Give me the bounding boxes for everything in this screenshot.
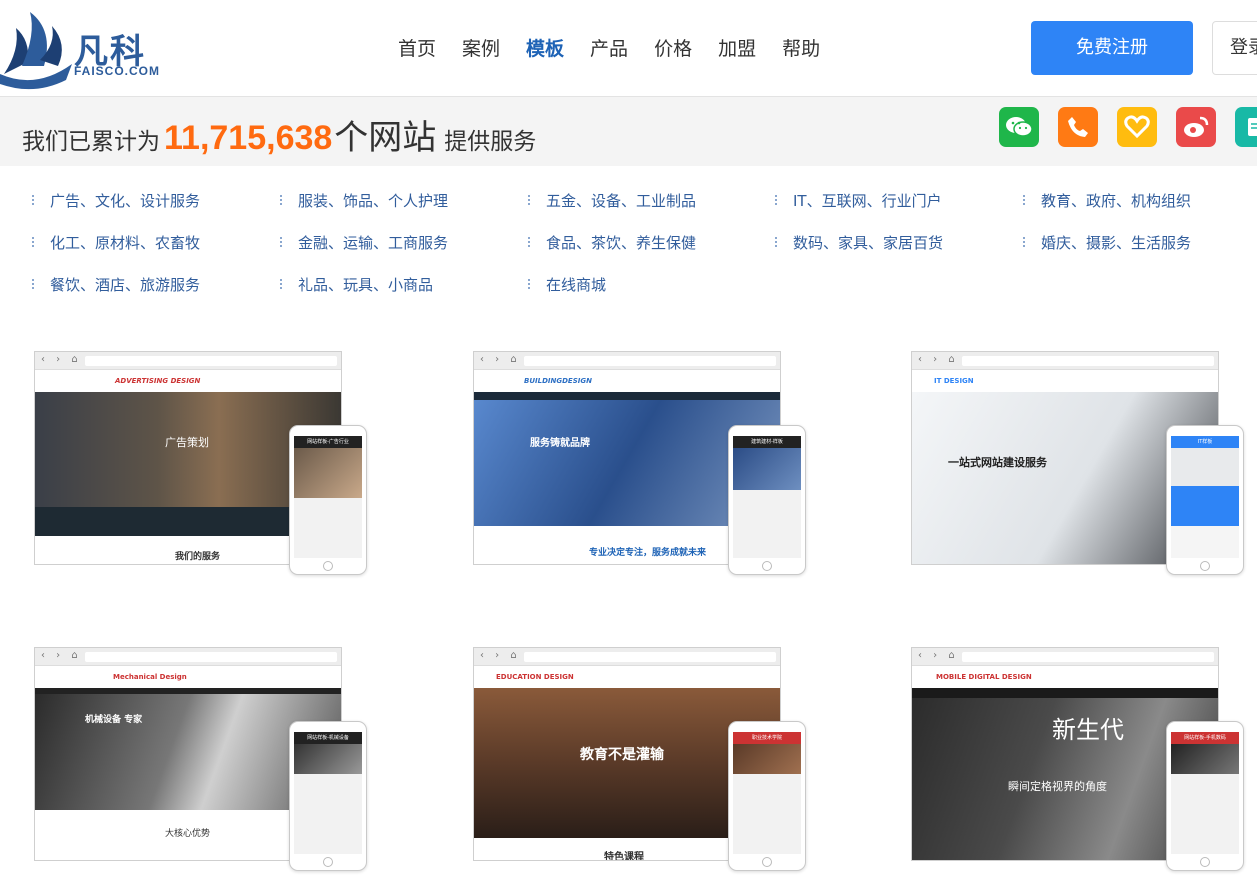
site-count-number: 11,715,638 bbox=[164, 119, 333, 157]
template-card-it[interactable]: ‹ › ⌂ IT DESIGN 一站式网站建设服务 IT样板 bbox=[911, 351, 1244, 575]
template-hero-title: 教育不是灌输 bbox=[580, 747, 664, 763]
category-link[interactable]: 婚庆、摄影、生活服务 bbox=[1021, 232, 1191, 253]
template-card-building[interactable]: ‹ › ⌂ BUILDINGDESIGN 服务铸就品牌 专业决定专注，服务成就未… bbox=[473, 351, 806, 575]
stats-prefix: 我们已累计为 bbox=[22, 129, 160, 155]
template-hero-title: 广告策划 bbox=[165, 436, 209, 449]
template-brand: ADVERTISING DESIGN bbox=[35, 370, 341, 392]
category-link[interactable]: 教育、政府、机构组织 bbox=[1021, 190, 1191, 211]
category-link[interactable]: 五金、设备、工业制品 bbox=[526, 190, 696, 211]
nav-help[interactable]: 帮助 bbox=[782, 34, 820, 61]
category-link[interactable]: 广告、文化、设计服务 bbox=[30, 190, 200, 211]
category-label: 教育、政府、机构组织 bbox=[1041, 192, 1192, 210]
stats-suffix: 提供服务 bbox=[444, 129, 537, 155]
site-count-statement: 我们已累计为 11,715,638个网站 提供服务 bbox=[22, 110, 536, 159]
category-link[interactable]: 礼品、玩具、小商品 bbox=[278, 274, 433, 295]
category-link[interactable]: IT、互联网、行业门户 bbox=[773, 190, 942, 211]
wechat-icon[interactable] bbox=[999, 107, 1039, 147]
category-label: 化工、原材料、农畜牧 bbox=[50, 234, 201, 252]
phone-title: 网站样板-机械设备 bbox=[294, 732, 362, 744]
free-register-button[interactable]: 免费注册 bbox=[1031, 21, 1193, 75]
template-card-advertising[interactable]: ‹ › ⌂ ADVERTISING DESIGN 广告策划 我们的服务 网站样板… bbox=[34, 351, 367, 575]
template-brand: Mechanical Design bbox=[35, 666, 341, 688]
template-hero-title: 服务铸就品牌 bbox=[530, 438, 590, 449]
main-nav: 首页 案例 模板 产品 价格 加盟 帮助 bbox=[398, 34, 846, 61]
template-hero-title: 机械设备 专家 bbox=[85, 715, 143, 725]
nav-franchise[interactable]: 加盟 bbox=[718, 34, 756, 61]
template-mobile-preview: 网站样板-手机数码 bbox=[1166, 721, 1244, 871]
category-label: 礼品、玩具、小商品 bbox=[298, 276, 434, 294]
phone-title: 网站样板-广告行业 bbox=[294, 436, 362, 448]
template-mobile-preview: IT样板 bbox=[1166, 425, 1244, 575]
weibo-icon[interactable] bbox=[1176, 107, 1216, 147]
template-footer-label: 专业决定专注，服务成就未来 bbox=[589, 548, 707, 558]
template-mobile-preview: 网站样板-机械设备 bbox=[289, 721, 367, 871]
phone-title: 网站样板-手机数码 bbox=[1171, 732, 1239, 744]
favorite-heart-icon[interactable] bbox=[1117, 107, 1157, 147]
template-brand: EDUCATION DESIGN bbox=[474, 666, 780, 688]
template-footer-label: 瞬间定格视界的角度 bbox=[1008, 780, 1107, 793]
phone-title: 职业技术学院 bbox=[733, 732, 801, 744]
template-brand: BUILDINGDESIGN bbox=[474, 370, 780, 392]
template-mobile-preview: 职业技术学院 bbox=[728, 721, 806, 871]
top-header: 凡科 FAISCO.COM 首页 案例 模板 产品 价格 加盟 帮助 免费注册 … bbox=[0, 0, 1257, 97]
category-label: 广告、文化、设计服务 bbox=[50, 192, 201, 210]
template-footer-label: 我们的服务 bbox=[175, 552, 221, 562]
category-link[interactable]: 在线商城 bbox=[526, 274, 606, 295]
category-link[interactable]: 数码、家具、家居百货 bbox=[773, 232, 943, 253]
category-link[interactable]: 金融、运输、工商服务 bbox=[278, 232, 448, 253]
category-label: 五金、设备、工业制品 bbox=[546, 192, 697, 210]
template-card-education[interactable]: ‹ › ⌂ EDUCATION DESIGN 教育不是灌输 特色课程 职业技术学… bbox=[473, 647, 806, 871]
template-brand: IT DESIGN bbox=[912, 370, 1218, 392]
phone-icon[interactable] bbox=[1058, 107, 1098, 147]
template-footer-label: 大核心优势 bbox=[165, 829, 211, 839]
nav-cases[interactable]: 案例 bbox=[462, 34, 500, 61]
template-card-mechanical[interactable]: ‹ › ⌂ Mechanical Design 机械设备 专家 大核心优势 网站… bbox=[34, 647, 367, 871]
nav-pricing[interactable]: 价格 bbox=[654, 34, 692, 61]
category-label: IT、互联网、行业门户 bbox=[793, 192, 942, 210]
ship-logo-icon bbox=[0, 12, 72, 90]
template-footer-label: 特色课程 bbox=[604, 852, 644, 861]
category-link[interactable]: 餐饮、酒店、旅游服务 bbox=[30, 274, 200, 295]
template-brand: MOBILE DIGITAL DESIGN bbox=[912, 666, 1218, 688]
category-label: 在线商城 bbox=[546, 276, 607, 294]
category-label: 金融、运输、工商服务 bbox=[298, 234, 449, 252]
template-hero-title: 一站式网站建设服务 bbox=[948, 456, 1047, 469]
phone-title: IT样板 bbox=[1171, 436, 1239, 448]
faisco-logo[interactable]: 凡科 FAISCO.COM bbox=[0, 4, 170, 92]
notepad-icon[interactable] bbox=[1235, 107, 1257, 147]
category-label: 服装、饰品、个人护理 bbox=[298, 192, 449, 210]
category-link[interactable]: 服装、饰品、个人护理 bbox=[278, 190, 448, 211]
category-label: 婚庆、摄影、生活服务 bbox=[1041, 234, 1192, 252]
nav-products[interactable]: 产品 bbox=[590, 34, 628, 61]
category-label: 数码、家具、家居百货 bbox=[793, 234, 944, 252]
stats-unit: 个网站 bbox=[334, 118, 437, 158]
nav-templates[interactable]: 模板 bbox=[526, 34, 564, 61]
template-mobile-preview: 网站样板-广告行业 bbox=[289, 425, 367, 575]
category-label: 食品、茶饮、养生保健 bbox=[546, 234, 697, 252]
login-button[interactable]: 登录 bbox=[1212, 21, 1257, 75]
logo-english-name: FAISCO.COM bbox=[74, 64, 161, 78]
template-card-mobile-digital[interactable]: ‹ › ⌂ MOBILE DIGITAL DESIGN 新生代 瞬间定格视界的角… bbox=[911, 647, 1244, 871]
category-link[interactable]: 化工、原材料、农畜牧 bbox=[30, 232, 200, 253]
phone-title: 建筑建材-样板 bbox=[733, 436, 801, 448]
template-mobile-preview: 建筑建材-样板 bbox=[728, 425, 806, 575]
category-link[interactable]: 食品、茶饮、养生保健 bbox=[526, 232, 696, 253]
nav-home[interactable]: 首页 bbox=[398, 34, 436, 61]
template-hero-title: 新生代 bbox=[1052, 716, 1124, 744]
category-label: 餐饮、酒店、旅游服务 bbox=[50, 276, 201, 294]
